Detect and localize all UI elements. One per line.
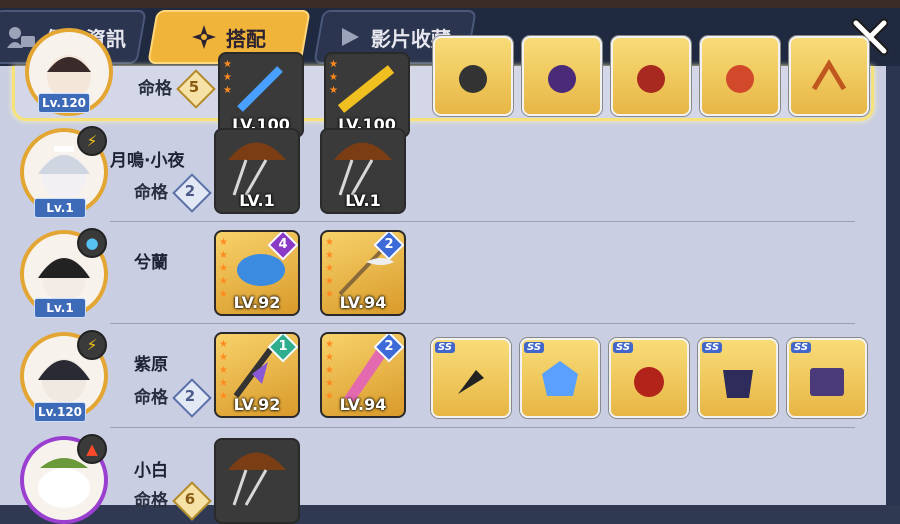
- lightning-element-icon: ⚡: [77, 126, 107, 156]
- fate-label: 命格: [134, 183, 168, 203]
- star-rating: ★ ★ ★ ★ ★: [325, 237, 334, 300]
- accessory-slot[interactable]: [522, 36, 602, 116]
- rank-number: 1: [278, 339, 288, 354]
- weapon-level: LV.94: [339, 293, 387, 312]
- level-badge: Lv.120: [34, 402, 86, 422]
- profile-card-icon: [6, 27, 35, 48]
- character-name: 月鳴·小夜: [110, 151, 185, 171]
- fate-number: 2: [184, 182, 196, 200]
- weapon-level: LV.1: [345, 191, 381, 210]
- star-rating: ★ ★ ★: [329, 59, 338, 96]
- star-rating: ★ ★ ★ ★ ★: [219, 237, 228, 300]
- star-rating: ★ ★ ★: [223, 59, 232, 96]
- accessory-slot[interactable]: [611, 36, 691, 116]
- fate-number: 5: [188, 78, 200, 96]
- lightning-element-icon: ⚡: [77, 330, 107, 360]
- shuriken-icon: [192, 25, 216, 49]
- level-badge: Lv.120: [38, 93, 90, 113]
- accessory-slot[interactable]: SS: [520, 338, 600, 418]
- fate-label: 命格: [134, 388, 168, 408]
- ss-rank-tag: SS: [524, 342, 545, 353]
- row-divider: [110, 427, 855, 428]
- level-badge: Lv.1: [34, 198, 86, 218]
- mushroom-weapon-icon: [228, 452, 286, 506]
- weapon-level: LV.92: [233, 395, 281, 414]
- ss-rank-tag: SS: [702, 342, 723, 353]
- top-strip: [0, 0, 900, 8]
- mushroom-weapon-icon: [334, 142, 392, 196]
- level-badge: Lv.1: [34, 298, 86, 318]
- ss-rank-tag: SS: [435, 342, 456, 353]
- row-divider: [110, 221, 855, 222]
- ss-rank-tag: SS: [791, 342, 812, 353]
- scrollbar[interactable]: [886, 66, 900, 505]
- fire-element-icon: ▲: [77, 434, 107, 464]
- star-rating: ★ ★ ★ ★ ★: [219, 339, 228, 402]
- accessory-slot[interactable]: [700, 36, 780, 116]
- weapon-card[interactable]: LV.1: [214, 128, 300, 214]
- character-name: 兮蘭: [134, 253, 168, 273]
- accessory-slot[interactable]: SS: [431, 338, 511, 418]
- weapon-card[interactable]: [214, 438, 300, 524]
- water-element-icon: ●: [77, 228, 107, 258]
- row-divider: [110, 323, 855, 324]
- weapon-card[interactable]: ★ ★ ★ ★ ★ 2 LV.94: [320, 230, 406, 316]
- weapon-card[interactable]: ★ ★ ★ ★ ★ 2 LV.94: [320, 332, 406, 418]
- fate-number: 2: [184, 387, 196, 405]
- loadout-list[interactable]: Lv.120 命格 5 ★ ★ ★ LV.100 ★ ★ ★ LV.100 Lv.1 ⚡…: [0, 28, 886, 524]
- weapon-level: LV.94: [339, 395, 387, 414]
- rank-number: 2: [384, 237, 394, 252]
- character-row[interactable]: ▲ 小白 命格 6: [0, 430, 886, 524]
- accessory-slot[interactable]: [789, 36, 869, 116]
- rank-number: 4: [278, 237, 288, 252]
- fate-label: 命格: [138, 79, 172, 99]
- character-row[interactable]: Lv.1 ⚡ 月鳴·小夜 命格 2 LV.1 LV.1: [0, 122, 886, 220]
- character-row[interactable]: Lv.120 ⚡ 紫原 命格 2 ★ ★ ★ ★ ★ 1 LV.92 ★ ★ ★ ★ ★ 2 L…: [0, 326, 886, 426]
- accessory-slot[interactable]: SS: [609, 338, 689, 418]
- accessory-slot[interactable]: [433, 36, 513, 116]
- character-name: 紫原: [134, 355, 168, 375]
- mushroom-weapon-icon: [228, 142, 286, 196]
- character-row[interactable]: Lv.1 ● 兮蘭 ★ ★ ★ ★ ★ 4 LV.92 ★ ★ ★ ★ ★ 2 LV.94: [0, 224, 886, 322]
- ss-rank-tag: SS: [613, 342, 634, 353]
- star-rating: ★ ★ ★ ★ ★: [325, 339, 334, 402]
- rank-number: 2: [384, 339, 394, 354]
- character-name: 小白: [134, 461, 168, 481]
- weapon-card[interactable]: ★ ★ ★ ★ ★ 1 LV.92: [214, 332, 300, 418]
- weapon-level: LV.1: [239, 191, 275, 210]
- fate-label: 命格: [134, 491, 168, 511]
- play-icon: [342, 28, 359, 46]
- fate-number: 6: [184, 490, 196, 508]
- accessory-slot[interactable]: SS: [698, 338, 778, 418]
- accessory-slot[interactable]: SS: [787, 338, 867, 418]
- weapon-card[interactable]: LV.1: [320, 128, 406, 214]
- tab-loadout-label: 搭配: [226, 26, 266, 51]
- character-row-selected[interactable]: Lv.120 命格 5 ★ ★ ★ LV.100 ★ ★ ★ LV.100: [12, 28, 874, 138]
- weapon-level: LV.92: [233, 293, 281, 312]
- weapon-card[interactable]: ★ ★ ★ ★ ★ 4 LV.92: [214, 230, 300, 316]
